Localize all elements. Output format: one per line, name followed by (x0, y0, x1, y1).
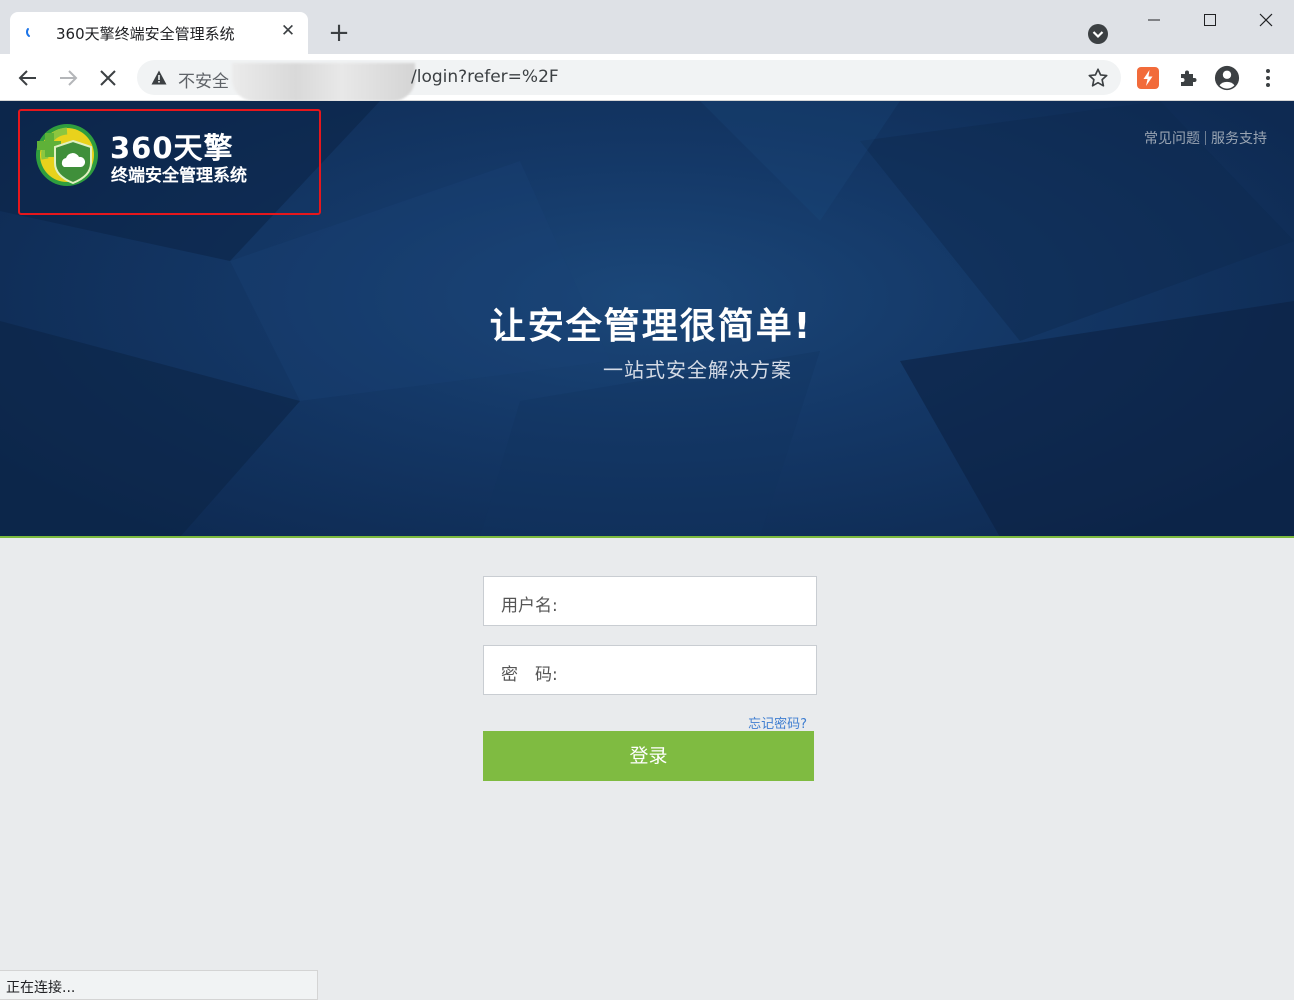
extensions-button[interactable] (1175, 65, 1201, 91)
bookmark-star-icon[interactable] (1087, 67, 1109, 89)
password-field[interactable]: 密 码: (483, 645, 817, 695)
window-close-button[interactable] (1238, 0, 1294, 40)
extension-360-button[interactable] (1135, 65, 1161, 91)
maximize-icon (1204, 14, 1216, 26)
address-bar[interactable]: 不安全 /login?refer=%2F (137, 60, 1121, 101)
account-avatar-icon (1214, 65, 1240, 91)
not-secure-label[interactable]: 不安全 (178, 67, 229, 92)
new-tab-button[interactable]: + (324, 19, 354, 49)
hero-title: 让安全管理很简单! (489, 306, 813, 347)
link-divider (1205, 131, 1206, 145)
stop-loading-button[interactable] (93, 63, 123, 93)
support-link[interactable]: 服务支持 (1211, 128, 1267, 148)
window-close-icon (1259, 13, 1273, 27)
maximize-button[interactable] (1182, 0, 1238, 40)
tab-strip: 360天擎终端安全管理系统 ✕ + (0, 0, 1294, 54)
top-links: 常见问题 服务支持 (1144, 128, 1267, 148)
status-bar: 正在连接... (0, 970, 318, 1000)
360-shield-logo-icon (36, 124, 98, 186)
back-button[interactable] (13, 63, 43, 93)
hero-divider (0, 536, 1294, 538)
forward-button[interactable] (53, 63, 83, 93)
brand-subtitle: 终端安全管理系统 (111, 166, 247, 186)
tab-close-icon[interactable]: ✕ (278, 21, 298, 41)
forgot-password-link[interactable]: 忘记密码? (748, 713, 807, 732)
minimize-button[interactable] (1126, 0, 1182, 40)
redacted-host (232, 63, 415, 101)
url-path[interactable]: /login?refer=%2F (411, 67, 559, 87)
login-button[interactable]: 登录 (483, 731, 814, 781)
browser-menu-button[interactable] (1255, 65, 1281, 91)
faq-link[interactable]: 常见问题 (1144, 128, 1200, 148)
hero-banner: 360天擎 终端安全管理系统 常见问题 服务支持 让安全管理很简单! 一站式安全解… (0, 101, 1294, 537)
username-label: 用户名: (501, 596, 558, 616)
profile-button[interactable] (1214, 65, 1240, 91)
password-input[interactable] (564, 652, 804, 688)
username-input[interactable] (564, 583, 804, 619)
tab-title: 360天擎终端安全管理系统 (56, 25, 235, 43)
logo-highlight-box: 360天擎 终端安全管理系统 (18, 109, 321, 215)
hero-subtitle: 一站式安全解决方案 (603, 358, 792, 382)
username-field[interactable]: 用户名: (483, 576, 817, 626)
tab-search-icon[interactable] (1086, 22, 1110, 46)
warning-icon[interactable] (151, 70, 167, 85)
arrow-left-icon (18, 70, 36, 86)
loading-spinner-icon (26, 28, 30, 37)
minimize-icon (1148, 19, 1160, 21)
stop-x-icon (100, 70, 116, 86)
lightning-extension-icon (1137, 67, 1159, 89)
puzzle-icon (1181, 70, 1197, 86)
password-label: 密 码: (501, 665, 558, 685)
arrow-right-icon (60, 70, 78, 86)
more-vertical-icon (1266, 69, 1270, 87)
browser-tab[interactable]: 360天擎终端安全管理系统 ✕ (10, 12, 308, 54)
browser-toolbar: 不安全 /login?refer=%2F (0, 54, 1294, 101)
